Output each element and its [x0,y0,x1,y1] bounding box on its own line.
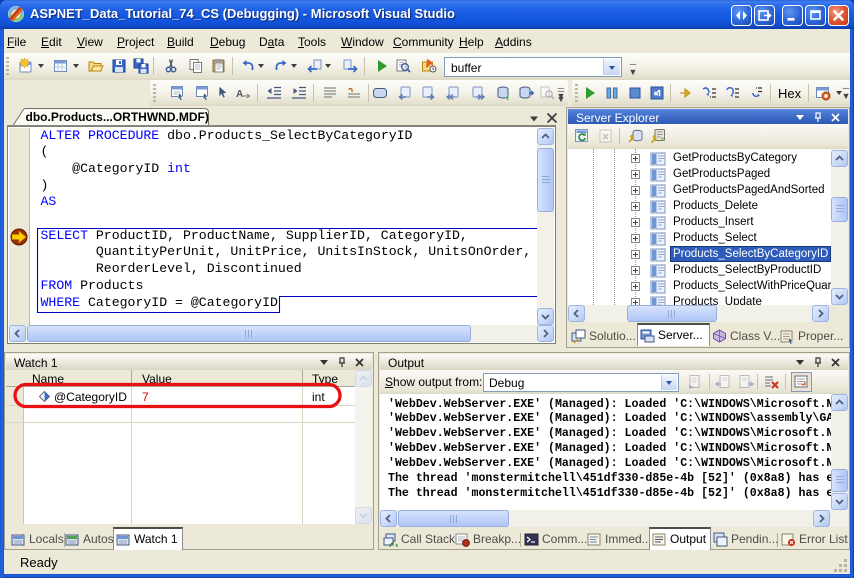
svg-text:dbo.Products...ORTHWND.MDF): dbo.Products...ORTHWND.MDF) [26,110,209,124]
svg-text:A: A [236,89,243,100]
